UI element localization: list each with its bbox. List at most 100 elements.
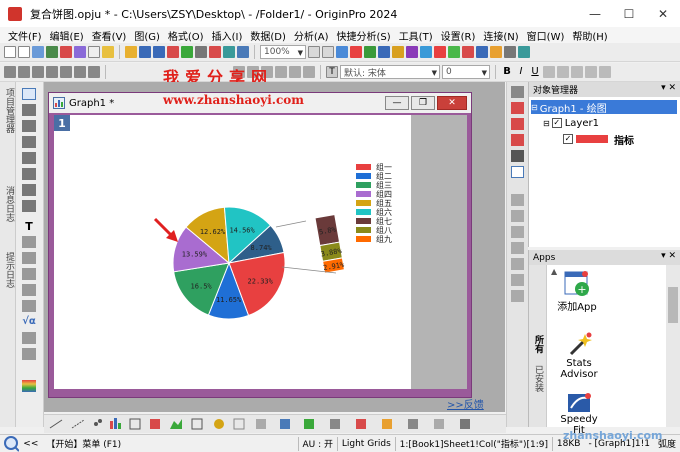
new-project-icon[interactable] bbox=[4, 46, 16, 58]
whole-page-icon[interactable] bbox=[336, 46, 348, 58]
legend-label-3[interactable]: 组三 bbox=[376, 180, 392, 190]
menu-edit[interactable]: 编辑(E) bbox=[46, 28, 88, 43]
color-palette-icon[interactable] bbox=[22, 380, 36, 392]
rescale-z-icon[interactable] bbox=[511, 134, 524, 146]
rotate-icon[interactable] bbox=[303, 66, 315, 78]
text-tool-icon[interactable]: T bbox=[326, 66, 338, 78]
legend-swatch-2[interactable] bbox=[356, 173, 371, 179]
new-layout-icon[interactable] bbox=[102, 46, 114, 58]
menu-insert[interactable]: 插入(I) bbox=[208, 28, 247, 43]
message-log-icon[interactable] bbox=[462, 46, 474, 58]
rescale-y-icon[interactable] bbox=[511, 118, 524, 130]
tree-layer-node[interactable]: ⊟ ✓ Layer1 bbox=[543, 116, 599, 130]
project-explorer-tab[interactable]: 项目管理器 bbox=[3, 88, 16, 133]
graph-tool-icon[interactable] bbox=[378, 46, 390, 58]
region-tool-icon[interactable] bbox=[22, 184, 36, 196]
undo-icon[interactable] bbox=[4, 66, 16, 78]
duplicate-icon[interactable] bbox=[237, 46, 249, 58]
font-name-combo[interactable]: 默认: 宋体 ▼ bbox=[340, 65, 440, 79]
apps-tab-all[interactable]: 所有 bbox=[532, 335, 545, 353]
layout-5-icon[interactable] bbox=[511, 258, 524, 270]
scale-tool-icon[interactable] bbox=[22, 120, 36, 132]
pie-slice-label-5[interactable]: 13.59% bbox=[182, 251, 208, 259]
font-size-combo[interactable]: 0 ▼ bbox=[442, 65, 490, 79]
plot-checkbox[interactable]: ✓ bbox=[563, 134, 573, 144]
export-icon[interactable] bbox=[209, 46, 221, 58]
new-notes-icon[interactable] bbox=[88, 46, 100, 58]
refresh-icon[interactable] bbox=[223, 46, 235, 58]
arrow-tool-icon[interactable] bbox=[22, 252, 36, 264]
new-workbook-icon[interactable] bbox=[32, 46, 44, 58]
layout-2-icon[interactable] bbox=[511, 210, 524, 222]
apps-tab-installed[interactable]: 已安装 bbox=[532, 365, 545, 392]
legend-icon[interactable] bbox=[511, 166, 524, 178]
legend-label-2[interactable]: 组二 bbox=[376, 171, 392, 181]
italic-icon[interactable]: I bbox=[515, 66, 527, 78]
legend-swatch-4[interactable] bbox=[356, 191, 371, 197]
graph-close-button[interactable]: ✕ bbox=[437, 96, 467, 110]
back-icon[interactable] bbox=[289, 66, 301, 78]
extract-icon[interactable] bbox=[511, 150, 524, 162]
legend-label-9[interactable]: 组九 bbox=[376, 234, 392, 244]
legend-swatch-1[interactable] bbox=[356, 164, 371, 170]
app-stats-advisor[interactable]: Stats Advisor bbox=[553, 332, 605, 380]
save-template-icon[interactable] bbox=[153, 46, 165, 58]
scroll-up-icon[interactable] bbox=[511, 86, 524, 98]
tree-plot-node[interactable]: ✓ 指标 bbox=[563, 132, 634, 147]
import-icon[interactable] bbox=[167, 46, 179, 58]
mask-tool-icon[interactable] bbox=[22, 200, 36, 212]
apps-scrollbar-thumb[interactable] bbox=[668, 287, 678, 323]
data-reader-icon[interactable] bbox=[22, 152, 36, 164]
menu-connect[interactable]: 连接(N) bbox=[479, 28, 522, 43]
script-window-icon[interactable] bbox=[392, 46, 404, 58]
save-icon[interactable] bbox=[139, 46, 151, 58]
legend-label-7[interactable]: 组七 bbox=[376, 216, 392, 226]
ocloud-icon[interactable] bbox=[518, 46, 530, 58]
pie-chart[interactable]: 8.74% 22.33% 11.65%16.5% 13.59% 12.62% 14.56%… bbox=[54, 115, 411, 389]
collapse-icon[interactable]: ⊟ bbox=[531, 103, 538, 112]
rescale-x-icon[interactable] bbox=[511, 102, 524, 114]
legend-label-4[interactable]: 组四 bbox=[376, 189, 392, 199]
layout-3-icon[interactable] bbox=[511, 226, 524, 238]
menu-window[interactable]: 窗口(W) bbox=[523, 28, 569, 43]
underline-icon[interactable]: U bbox=[529, 66, 541, 78]
collapse-icon[interactable]: ⊟ bbox=[543, 119, 550, 128]
legend-swatch-7[interactable] bbox=[356, 218, 371, 224]
legend-label-1[interactable]: 组一 bbox=[376, 162, 392, 172]
results-log-icon[interactable] bbox=[420, 46, 432, 58]
layout-6-icon[interactable] bbox=[511, 274, 524, 286]
subscript-icon[interactable] bbox=[557, 66, 569, 78]
text-tool-icon[interactable]: T bbox=[22, 220, 36, 233]
paste-icon[interactable] bbox=[74, 66, 86, 78]
legend-swatch-8[interactable] bbox=[356, 227, 371, 233]
status-autoupdate[interactable]: AU : 开 bbox=[299, 437, 338, 450]
pie-slice-label-2[interactable]: 22.33% bbox=[248, 278, 274, 286]
pie-slice-label-3[interactable]: 11.65% bbox=[216, 296, 242, 304]
layout-7-icon[interactable] bbox=[511, 290, 524, 302]
object-manager-icon[interactable] bbox=[476, 46, 488, 58]
zoom-pan-tool-icon[interactable] bbox=[22, 104, 36, 116]
graph-maximize-button[interactable]: ❐ bbox=[411, 96, 435, 110]
layer-tool-icon[interactable] bbox=[22, 348, 36, 360]
bar-of-pie-group[interactable]: 5.8%3.88%2.91% bbox=[314, 213, 346, 274]
pointer-tool-icon[interactable] bbox=[22, 88, 36, 100]
zoom-in-icon[interactable] bbox=[308, 46, 320, 58]
graph-page[interactable]: 1 8.74% 22.33% 11.65% 16.5% 13.59% 12.62% 14.5… bbox=[54, 115, 411, 389]
pie-slice-label-1[interactable]: 8.74% bbox=[251, 244, 273, 252]
redo-arrow-icon[interactable] bbox=[32, 66, 44, 78]
zoom-out-icon[interactable] bbox=[322, 46, 334, 58]
annotation-arrow-shaft[interactable] bbox=[153, 217, 174, 238]
status-collapse[interactable]: << bbox=[19, 439, 42, 449]
hint-log-tab[interactable]: 提示日志 bbox=[3, 252, 16, 288]
minimize-button[interactable]: — bbox=[578, 0, 612, 27]
legend-label-6[interactable]: 组六 bbox=[376, 207, 392, 217]
close-button[interactable]: ✕ bbox=[646, 0, 680, 27]
data-selector-icon[interactable] bbox=[22, 168, 36, 180]
apps-icon[interactable] bbox=[490, 46, 502, 58]
import-wizard-icon[interactable] bbox=[181, 46, 193, 58]
graph-minimize-button[interactable]: — bbox=[385, 96, 409, 110]
status-grids[interactable]: Light Grids bbox=[338, 439, 395, 449]
annotation-tool-icon[interactable] bbox=[22, 236, 36, 248]
menu-graph[interactable]: 图(G) bbox=[130, 28, 164, 43]
search-icon[interactable] bbox=[0, 435, 20, 452]
